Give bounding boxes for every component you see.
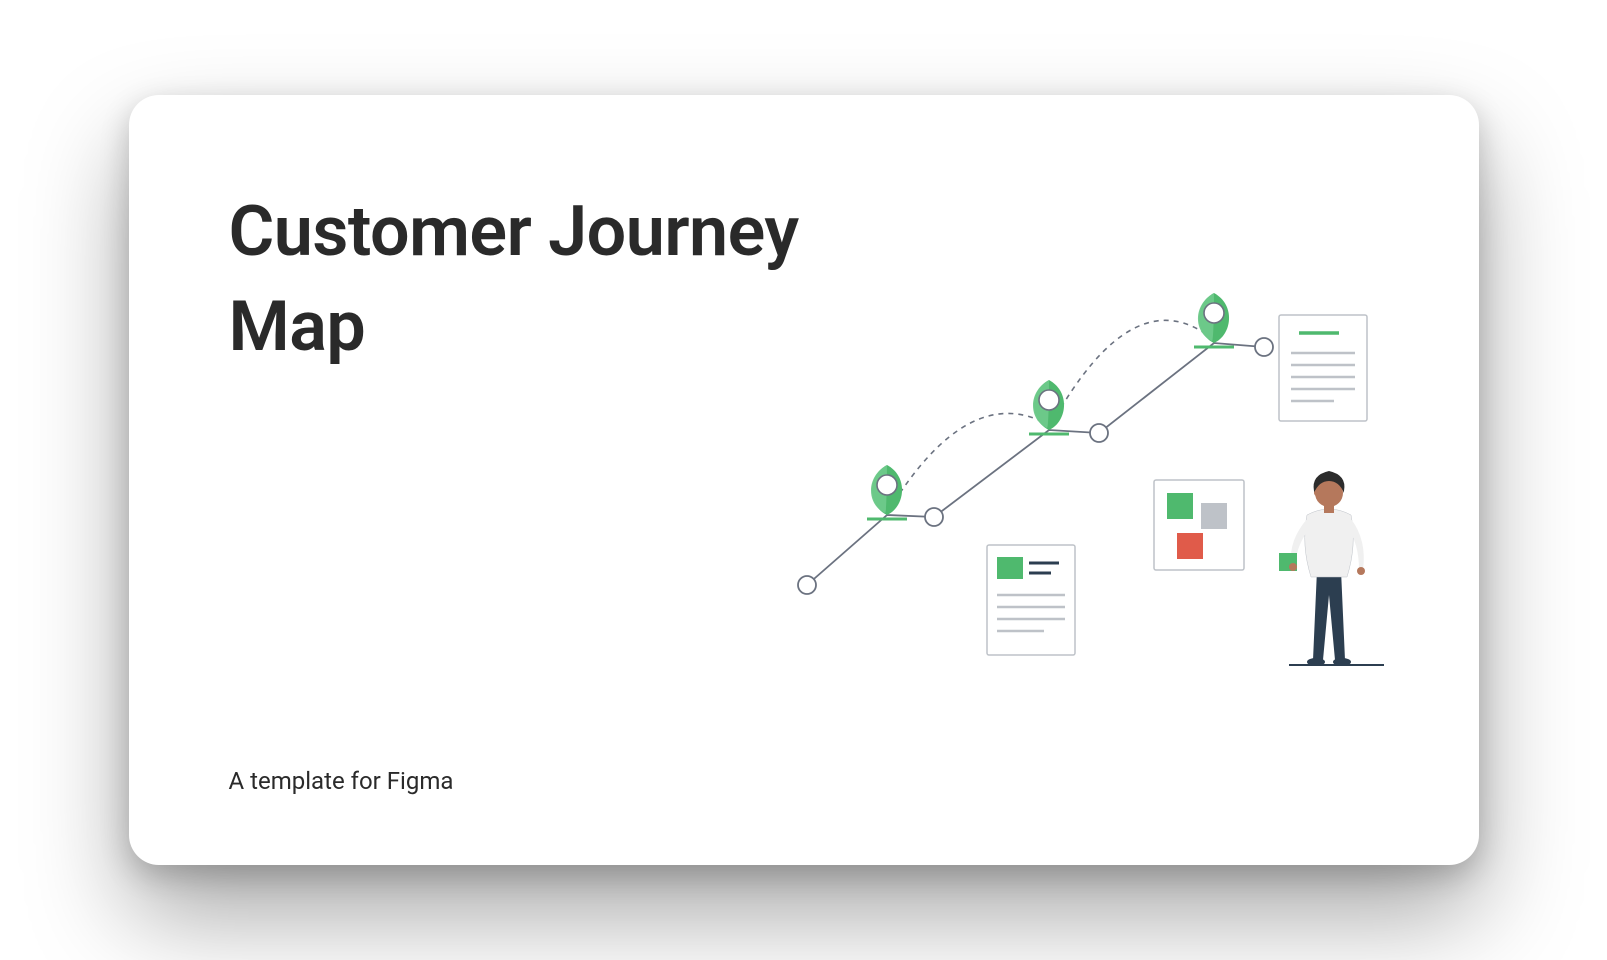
location-pin-icon bbox=[867, 465, 907, 519]
dashed-arc-icon bbox=[1051, 320, 1214, 425]
person-figure-icon bbox=[1279, 471, 1384, 666]
document-card-icon bbox=[1279, 315, 1367, 421]
node-circle-icon bbox=[925, 508, 943, 526]
location-pin-icon bbox=[1194, 293, 1234, 347]
location-pin-icon bbox=[1029, 380, 1069, 434]
dashed-arc-icon bbox=[889, 413, 1049, 510]
document-card-icon bbox=[987, 545, 1075, 655]
node-circle-icon bbox=[1255, 338, 1273, 356]
template-card: Customer Journey Map A template for Figm… bbox=[129, 95, 1479, 865]
tile-card-icon bbox=[1154, 480, 1244, 570]
node-circle-icon bbox=[1090, 424, 1108, 442]
node-circle-icon bbox=[798, 576, 816, 594]
journey-illustration bbox=[759, 215, 1399, 695]
template-subtitle: A template for Figma bbox=[229, 767, 454, 795]
